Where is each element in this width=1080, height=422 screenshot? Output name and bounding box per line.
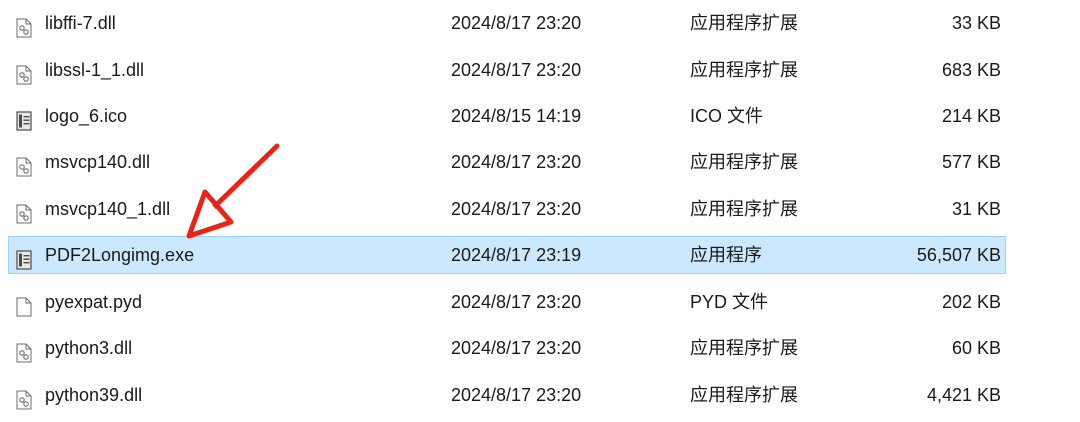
file-date: 2024/8/15 14:19: [451, 106, 582, 126]
file-size: 214 KB: [941, 106, 1001, 126]
app-file-icon: [16, 246, 32, 270]
file-type: 应用程序: [690, 245, 762, 265]
file-name: pyexpat.pyd: [45, 292, 143, 312]
file-type: 应用程序扩展: [690, 13, 798, 33]
dll-file-icon: [16, 386, 32, 410]
file-name: libssl-1_1.dll: [45, 60, 145, 80]
file-date: 2024/8/17 23:20: [451, 13, 582, 33]
file-size: 577 KB: [941, 152, 1001, 172]
file-name: python39.dll: [45, 385, 143, 405]
file-date: 2024/8/17 23:20: [451, 385, 582, 405]
file-name: msvcp140_1.dll: [45, 199, 171, 219]
file-date: 2024/8/17 23:20: [451, 199, 582, 219]
file-name: logo_6.ico: [45, 106, 128, 126]
file-row-python3[interactable]: python3.dll 2024/8/17 23:20 应用程序扩展 60 KB: [8, 329, 1006, 367]
file-type: 应用程序扩展: [690, 152, 798, 172]
app-file-icon: [16, 107, 32, 131]
file-date: 2024/8/17 23:19: [451, 245, 582, 265]
dll-file-icon: [16, 153, 32, 177]
file-type: 应用程序扩展: [690, 385, 798, 405]
file-size: 31 KB: [951, 199, 1001, 219]
dll-file-icon: [16, 61, 32, 85]
file-row-pyexpat[interactable]: pyexpat.pyd 2024/8/17 23:20 PYD 文件 202 K…: [8, 283, 1006, 321]
file-date: 2024/8/17 23:20: [451, 338, 582, 358]
file-type: 应用程序扩展: [690, 60, 798, 80]
file-date: 2024/8/17 23:20: [451, 292, 582, 312]
file-type: ICO 文件: [690, 106, 764, 126]
file-name: msvcp140.dll: [45, 152, 151, 172]
file-date: 2024/8/17 23:20: [451, 60, 582, 80]
dll-file-icon: [16, 339, 32, 363]
file-type: 应用程序扩展: [690, 199, 798, 219]
file-size: 60 KB: [951, 338, 1001, 358]
file-size: 4,421 KB: [926, 385, 1001, 405]
file-size: 56,507 KB: [916, 245, 1001, 265]
file-row-msvcp140-1[interactable]: msvcp140_1.dll 2024/8/17 23:20 应用程序扩展 31…: [8, 190, 1006, 228]
file-name: python3.dll: [45, 338, 133, 358]
file-row-msvcp140[interactable]: msvcp140.dll 2024/8/17 23:20 应用程序扩展 577 …: [8, 143, 1006, 181]
file-type: PYD 文件: [690, 292, 769, 312]
file-size: 202 KB: [941, 292, 1001, 312]
file-row-python39[interactable]: python39.dll 2024/8/17 23:20 应用程序扩展 4,42…: [8, 376, 1006, 414]
file-size: 33 KB: [951, 13, 1001, 33]
file-row-libssl-1-1[interactable]: libssl-1_1.dll 2024/8/17 23:20 应用程序扩展 68…: [8, 51, 1006, 89]
file-row-libffi-7[interactable]: libffi-7.dll 2024/8/17 23:20 应用程序扩展 33 K…: [8, 4, 1006, 42]
file-list: libffi-7.dll 2024/8/17 23:20 应用程序扩展 33 K…: [0, 0, 1080, 419]
file-row-pdf2longimg-selected[interactable]: PDF2Longimg.exe 2024/8/17 23:19 应用程序 56,…: [8, 236, 1006, 274]
dll-file-icon: [16, 200, 32, 224]
file-name: PDF2Longimg.exe: [45, 245, 195, 265]
dll-file-icon: [16, 14, 32, 38]
blank-file-icon: [16, 293, 32, 317]
file-size: 683 KB: [941, 60, 1001, 80]
file-name: libffi-7.dll: [45, 13, 116, 33]
file-type: 应用程序扩展: [690, 338, 798, 358]
file-row-logo-6[interactable]: logo_6.ico 2024/8/15 14:19 ICO 文件 214 KB: [8, 97, 1006, 135]
file-date: 2024/8/17 23:20: [451, 152, 582, 172]
